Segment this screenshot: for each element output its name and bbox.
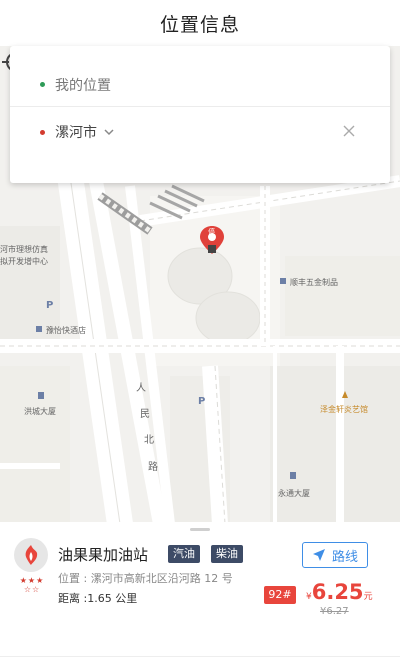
map-label: 顺丰五金制品 (290, 278, 338, 287)
close-icon[interactable] (342, 124, 356, 138)
fuel-grade-badge: 92# (264, 586, 296, 604)
rating-stars: ★★★ ☆☆ (12, 576, 52, 594)
map-label: 民 (140, 409, 150, 420)
page-title: 位置信息 (159, 13, 240, 36)
station-info-panel: ★★★ ☆☆ 油果果加油站 汽油 柴油 路线 位置 : 漯河市高新北区沿河路 1… (0, 522, 400, 660)
parking-icon: P (198, 396, 206, 407)
map-label: 泽金轩炎艺馆 (320, 405, 368, 414)
map-label: 永通大厦 (278, 489, 310, 498)
map-label: 洪城大厦 (24, 407, 56, 416)
chevron-down-icon[interactable] (103, 126, 115, 138)
price-unit: 元 (363, 592, 373, 602)
divider (0, 656, 400, 657)
my-location-row[interactable]: 我的位置 (10, 63, 390, 107)
drag-handle[interactable] (190, 528, 210, 531)
location-search-card: 我的位置 漯河市 (10, 46, 390, 183)
map-label: 拟开发增中心 (0, 257, 48, 266)
map-label: 河市理想仿真 (0, 245, 48, 254)
route-button[interactable]: 路线 (302, 542, 368, 568)
parking-icon: P (46, 300, 54, 311)
stars-filled: ★★★ (19, 576, 45, 585)
fuel-tag-diesel: 柴油 (211, 545, 243, 563)
flame-logo-icon (25, 545, 38, 565)
station-address: 位置 : 漯河市高新北区沿河路 12 号 (58, 572, 233, 585)
station-logo (14, 538, 48, 572)
map-label: 豫怡快酒店 (46, 326, 86, 335)
map-label: 人 (136, 383, 146, 394)
navigation-arrow-icon (312, 549, 325, 561)
current-price: ¥6.25元 (306, 580, 373, 604)
station-name: 油果果加油站 (58, 546, 149, 564)
route-label: 路线 (331, 549, 358, 565)
original-price: ¥6.27 (320, 606, 349, 617)
destination-row[interactable]: 漯河市 (10, 110, 390, 154)
pin-label: 停 (208, 228, 215, 236)
destination-city: 漯河市 (55, 125, 97, 141)
fuel-tag-gasoline: 汽油 (168, 545, 200, 563)
start-dot-icon (40, 82, 45, 87)
stars-empty: ☆☆ (23, 585, 41, 594)
station-distance: 距离 :1.65 公里 (58, 592, 138, 605)
my-location-label: 我的位置 (55, 77, 111, 94)
price-value: 6.25 (311, 580, 364, 604)
end-dot-icon (40, 129, 45, 135)
title-bar: 位置信息 (0, 0, 400, 46)
map-label: 路 (148, 462, 158, 473)
map-label: 北 (144, 435, 154, 446)
